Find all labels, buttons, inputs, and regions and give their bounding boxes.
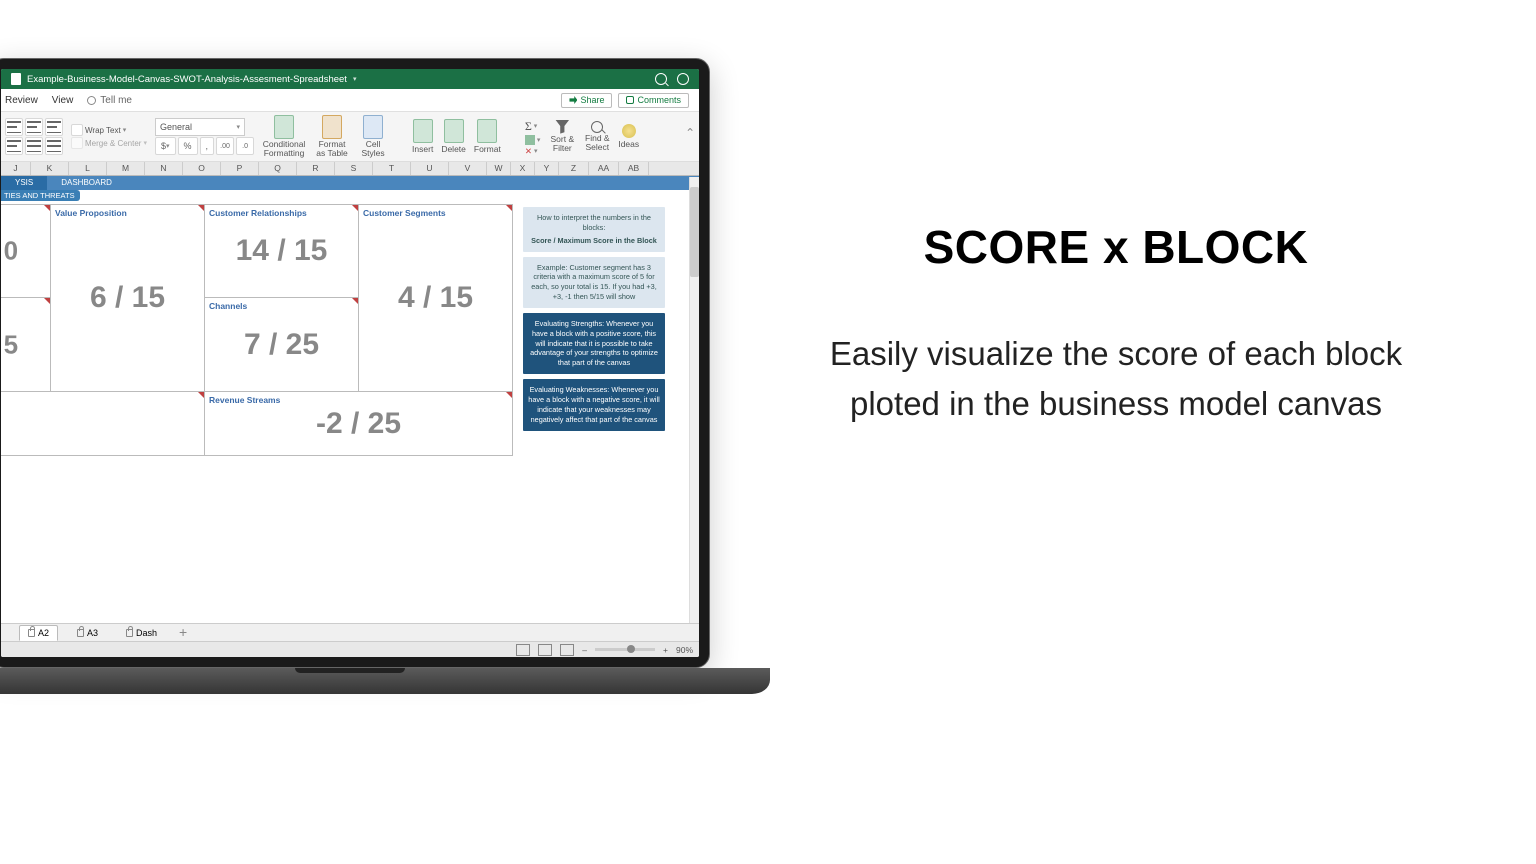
share-button[interactable]: Share bbox=[561, 93, 612, 108]
format-as-table-button[interactable]: Format as Table bbox=[314, 115, 350, 159]
zoom-in-button[interactable]: + bbox=[663, 645, 668, 655]
vertical-scrollbar[interactable] bbox=[689, 177, 699, 637]
comma-button[interactable]: , bbox=[200, 137, 215, 155]
funnel-icon bbox=[555, 120, 569, 134]
share-icon bbox=[569, 96, 577, 104]
cell-customer-relationships[interactable]: Customer Relationships 14 / 15 bbox=[205, 205, 359, 298]
normal-view-button[interactable] bbox=[516, 644, 530, 656]
sort-filter-button[interactable]: Sort & Filter bbox=[548, 120, 576, 154]
align-bot-button[interactable] bbox=[45, 118, 63, 136]
percent-button[interactable]: % bbox=[178, 137, 198, 155]
comment-icon bbox=[626, 96, 634, 104]
ideas-button[interactable]: Ideas bbox=[618, 124, 639, 149]
marketing-copy: SCORE x BLOCK Easily visualize the score… bbox=[796, 220, 1436, 428]
wrap-text-button[interactable]: Wrap Text ▾ bbox=[71, 124, 147, 136]
currency-button[interactable]: $▾ bbox=[155, 137, 176, 155]
cell-partial-left-bottom[interactable]: 5 bbox=[1, 298, 51, 391]
cell-revenue-streams[interactable]: Revenue Streams -2 / 25 bbox=[205, 391, 513, 455]
comments-button[interactable]: Comments bbox=[618, 93, 689, 108]
inc-decimal-button[interactable]: .00 bbox=[216, 137, 234, 155]
clear-button[interactable]: ✕▾ bbox=[525, 146, 541, 157]
cell-styles-button[interactable]: Cell Styles bbox=[358, 115, 388, 159]
insert-cells-button[interactable]: Insert bbox=[412, 119, 433, 154]
section-tabs: YSIS DASHBOARD bbox=[1, 176, 699, 190]
info-example: Example: Customer segment has 3 criteria… bbox=[523, 257, 665, 308]
cell-partial-left-top[interactable]: 0 bbox=[1, 205, 51, 298]
tab-view[interactable]: View bbox=[52, 95, 74, 106]
cell-customer-segments[interactable]: Customer Segments 4 / 15 bbox=[359, 205, 513, 391]
conditional-formatting-button[interactable]: Conditional Formatting bbox=[262, 115, 306, 159]
autosum-button[interactable]: Σ▾ bbox=[525, 119, 541, 134]
dec-decimal-button[interactable]: .0 bbox=[236, 137, 254, 155]
indent-inc-button[interactable] bbox=[45, 137, 63, 155]
lightbulb-icon bbox=[622, 124, 636, 138]
zoom-level[interactable]: 90% bbox=[676, 645, 693, 655]
info-howto: How to interpret the numbers in the bloc… bbox=[523, 207, 665, 252]
document-title: Example-Business-Model-Canvas-SWOT-Analy… bbox=[27, 74, 347, 85]
feedback-smile-icon[interactable] bbox=[677, 73, 689, 85]
format-cells-button[interactable]: Format bbox=[474, 119, 501, 154]
bulb-icon bbox=[87, 96, 96, 105]
ribbon-tabs: Review View Tell me Share Comments bbox=[1, 89, 699, 112]
magnifier-icon bbox=[591, 121, 603, 133]
tell-me-search[interactable]: Tell me bbox=[87, 95, 132, 106]
cell-value-prop[interactable]: Value Proposition 6 / 15 bbox=[51, 205, 205, 391]
align-mid-button[interactable] bbox=[25, 118, 43, 136]
lock-icon bbox=[77, 629, 84, 637]
bmc-canvas-grid: 0 Value Proposition 6 / 15 Customer Rela… bbox=[1, 204, 513, 456]
info-strengths: Evaluating Strengths: Whenever you have … bbox=[523, 313, 665, 374]
section-tab-dashboard[interactable]: DASHBOARD bbox=[47, 176, 126, 190]
marketing-title: SCORE x BLOCK bbox=[796, 220, 1436, 274]
sheet-tab-a3[interactable]: A3 bbox=[68, 625, 107, 641]
search-icon[interactable] bbox=[655, 73, 667, 85]
threats-pill[interactable]: TIES AND THREATS bbox=[1, 190, 80, 201]
align-top-button[interactable] bbox=[5, 118, 23, 136]
document-icon bbox=[11, 73, 21, 85]
sheet-tab-dash[interactable]: Dash bbox=[117, 625, 166, 641]
add-sheet-button[interactable]: + bbox=[176, 626, 190, 640]
lock-icon bbox=[28, 629, 35, 637]
chevron-down-icon[interactable]: ▾ bbox=[353, 75, 357, 83]
app-titlebar: Example-Business-Model-Canvas-SWOT-Analy… bbox=[1, 69, 699, 89]
lock-icon bbox=[126, 629, 133, 637]
cell-cost-structure-partial[interactable] bbox=[1, 391, 205, 455]
tab-review[interactable]: Review bbox=[5, 95, 38, 106]
zoom-out-button[interactable]: – bbox=[582, 645, 587, 655]
sheet-tab-a2[interactable]: A2 bbox=[19, 625, 58, 641]
column-headers[interactable]: J K L M N O P Q R S T U V W X Y Z AA AB bbox=[1, 162, 699, 176]
info-weaknesses: Evaluating Weaknesses: Whenever you have… bbox=[523, 379, 665, 430]
section-tab-analysis[interactable]: YSIS bbox=[1, 176, 47, 190]
info-sidebar: How to interpret the numbers in the bloc… bbox=[523, 204, 665, 456]
cell-channels[interactable]: Channels 7 / 25 bbox=[205, 298, 359, 391]
align-left-button[interactable] bbox=[5, 137, 23, 155]
delete-cells-button[interactable]: Delete bbox=[441, 119, 466, 154]
sheet-tabs: A2 A3 Dash + bbox=[1, 623, 699, 641]
find-select-button[interactable]: Find & Select bbox=[584, 121, 610, 153]
page-break-view-button[interactable] bbox=[560, 644, 574, 656]
merge-center-button[interactable]: Merge & Center ▾ bbox=[71, 137, 147, 149]
status-bar: – + 90% bbox=[1, 641, 699, 657]
fill-button[interactable]: ▾ bbox=[525, 135, 541, 145]
number-format-select[interactable]: General ▾ bbox=[155, 118, 245, 136]
zoom-slider[interactable] bbox=[595, 648, 655, 651]
page-layout-view-button[interactable] bbox=[538, 644, 552, 656]
ribbon-toolbar: Wrap Text ▾ Merge & Center ▾ General ▾ bbox=[1, 112, 699, 162]
collapse-ribbon-icon[interactable]: ⌄ bbox=[685, 125, 695, 139]
marketing-body: Easily visualize the score of each block… bbox=[796, 329, 1436, 428]
indent-dec-button[interactable] bbox=[25, 137, 43, 155]
